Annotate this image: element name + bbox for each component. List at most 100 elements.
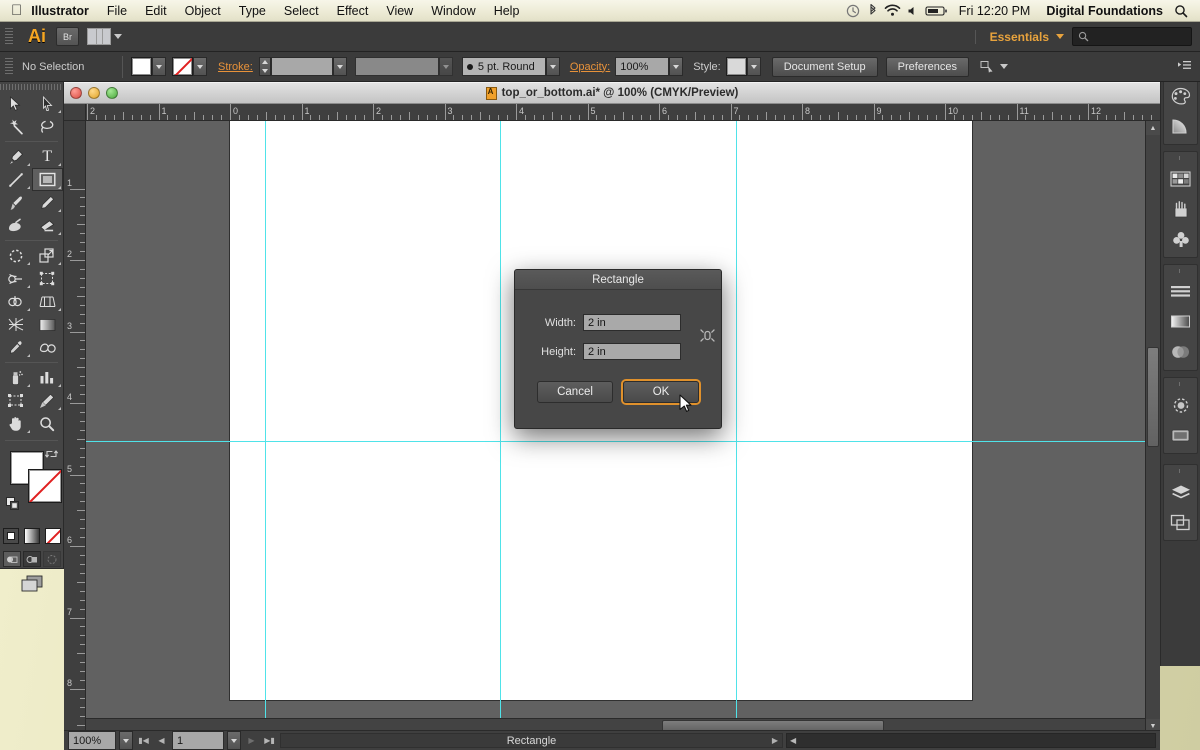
appearance-panel-icon[interactable] [1164, 390, 1197, 420]
previous-artboard-button[interactable]: ◀ [154, 733, 169, 748]
opacity-field[interactable]: 100% [615, 57, 669, 76]
control-panel-menu[interactable] [1178, 60, 1200, 74]
ruler-origin-corner[interactable] [64, 104, 86, 121]
rectangle-tool[interactable] [32, 168, 64, 191]
cancel-button[interactable]: Cancel [537, 381, 613, 403]
status-resize-area[interactable]: ◀ [786, 733, 1156, 748]
arrange-documents-button[interactable] [87, 28, 122, 45]
zoom-tool[interactable] [32, 412, 64, 435]
none-mode-button[interactable] [45, 528, 61, 544]
stroke-dropdown[interactable] [193, 57, 207, 76]
transparency-panel-icon[interactable] [1164, 337, 1197, 367]
appbar-grip[interactable] [5, 28, 13, 46]
swatches-panel-icon[interactable] [1164, 164, 1197, 194]
document-title-bar[interactable]: top_or_bottom.ai* @ 100% (CMYK/Preview) [64, 82, 1160, 104]
spotlight-search-icon[interactable] [1172, 0, 1190, 22]
symbols-panel-icon[interactable] [1164, 224, 1197, 254]
slice-tool[interactable] [32, 389, 64, 412]
search-input[interactable] [1072, 27, 1192, 46]
stroke-color-control[interactable] [172, 57, 207, 76]
pen-tool[interactable] [0, 145, 32, 168]
color-mode-button[interactable] [3, 528, 19, 544]
stroke-weight-dropdown[interactable] [333, 57, 347, 76]
line-segment-tool[interactable] [0, 168, 32, 191]
status-display[interactable]: Rectangle ▶ [280, 733, 783, 748]
status-menu-icon[interactable]: ▶ [772, 736, 778, 745]
stroke-weight-stepper[interactable] [259, 57, 271, 76]
dock-group-grip[interactable] [1170, 467, 1192, 475]
width-tool[interactable] [0, 267, 32, 290]
draw-inside-button[interactable] [43, 551, 61, 567]
volume-icon[interactable] [904, 0, 922, 22]
screen-mode-button[interactable] [0, 575, 63, 592]
blend-tool[interactable] [32, 336, 64, 359]
fill-swatch[interactable] [131, 57, 152, 76]
direct-selection-tool[interactable] [32, 92, 64, 115]
blob-brush-tool[interactable] [0, 214, 32, 237]
fill-color-control[interactable] [131, 57, 166, 76]
mesh-tool[interactable] [0, 313, 32, 336]
artboards-panel-icon[interactable] [1164, 507, 1197, 537]
wifi-icon[interactable] [884, 0, 902, 22]
graphic-styles-panel-icon[interactable] [1164, 420, 1197, 450]
status-left-arrow-icon[interactable]: ◀ [790, 736, 796, 745]
brushes-panel-icon[interactable] [1164, 194, 1197, 224]
artboard-tool[interactable] [0, 389, 32, 412]
select-similar-button[interactable] [980, 60, 1008, 73]
dialog-title-bar[interactable]: Rectangle [515, 270, 721, 290]
vertical-scroll-thumb[interactable] [1147, 347, 1159, 447]
rotate-tool[interactable] [0, 244, 32, 267]
stroke-swatch-none[interactable] [172, 57, 193, 76]
free-transform-tool[interactable] [32, 267, 64, 290]
shape-builder-tool[interactable] [0, 290, 32, 313]
menubar-user[interactable]: Digital Foundations [1039, 0, 1170, 22]
dock-group-grip[interactable] [1170, 380, 1192, 388]
width-input[interactable]: 2 in [583, 314, 681, 331]
scale-tool[interactable] [32, 244, 64, 267]
graphic-style-dropdown[interactable] [747, 57, 761, 76]
eraser-tool[interactable] [32, 214, 64, 237]
paintbrush-tool[interactable] [0, 191, 32, 214]
menu-file[interactable]: File [98, 0, 136, 22]
symbol-sprayer-tool[interactable] [0, 366, 32, 389]
artboard-number-dropdown[interactable] [227, 731, 241, 750]
time-machine-icon[interactable] [844, 0, 862, 22]
default-fill-stroke-icon[interactable] [6, 497, 20, 514]
graphic-style-swatch[interactable] [726, 57, 747, 76]
battery-icon[interactable] [924, 0, 950, 22]
apple-icon[interactable]:  [11, 3, 22, 18]
zoom-level-dropdown[interactable] [119, 731, 133, 750]
canvas[interactable] [86, 121, 1160, 750]
menu-edit[interactable]: Edit [136, 0, 176, 22]
workspace-switcher[interactable]: Essentials [975, 30, 1064, 44]
column-graph-tool[interactable] [32, 366, 64, 389]
menu-view[interactable]: View [377, 0, 422, 22]
gradient-panel-icon[interactable] [1164, 307, 1197, 337]
brush-definition-field[interactable]: 5 pt. Round [462, 57, 546, 76]
horizontal-ruler[interactable]: 21012345678910111213 [86, 104, 1160, 121]
brush-definition-dropdown[interactable] [546, 57, 560, 76]
controlbar-grip[interactable] [5, 58, 13, 76]
stroke-color-swatch[interactable] [28, 469, 62, 503]
opacity-dropdown[interactable] [669, 57, 683, 76]
menu-effect[interactable]: Effect [328, 0, 378, 22]
pencil-tool[interactable] [32, 191, 64, 214]
bridge-button[interactable]: Br [56, 27, 79, 46]
tools-panel-grip[interactable] [0, 82, 63, 92]
document-setup-button[interactable]: Document Setup [772, 57, 878, 77]
vertical-ruler[interactable]: 12345678 [64, 121, 86, 750]
next-artboard-button[interactable]: ▶ [244, 733, 259, 748]
type-tool[interactable]: T [32, 145, 64, 168]
menu-window[interactable]: Window [422, 0, 484, 22]
stroke-label[interactable]: Stroke: [218, 61, 253, 73]
eyedropper-tool[interactable] [0, 336, 32, 359]
hand-tool[interactable] [0, 412, 32, 435]
color-panel-icon[interactable] [1164, 81, 1197, 111]
swap-fill-stroke-icon[interactable] [45, 448, 58, 463]
magic-wand-tool[interactable] [0, 115, 32, 138]
height-input[interactable]: 2 in [583, 343, 681, 360]
menu-select[interactable]: Select [275, 0, 328, 22]
preferences-button[interactable]: Preferences [886, 57, 969, 77]
dock-group-grip[interactable] [1170, 267, 1192, 275]
lasso-tool[interactable] [32, 115, 64, 138]
